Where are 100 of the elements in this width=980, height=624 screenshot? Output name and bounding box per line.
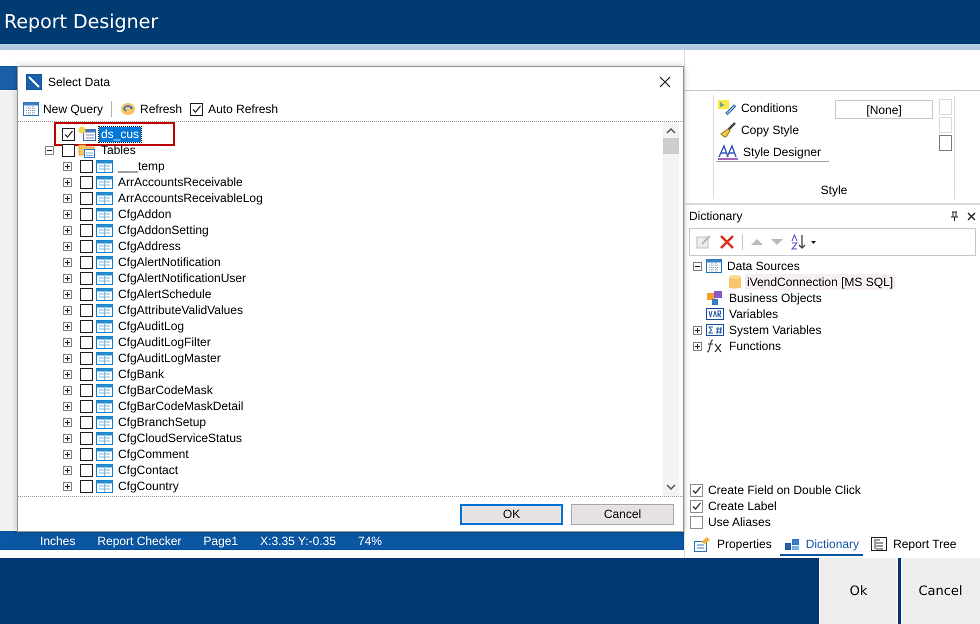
- checkbox[interactable]: [80, 288, 93, 300]
- checkbox[interactable]: [80, 256, 93, 268]
- checkbox[interactable]: [690, 516, 703, 528]
- tree-item[interactable]: ArrAccountsReceivableLog: [116, 190, 265, 206]
- checkbox[interactable]: [80, 400, 93, 412]
- delete-icon[interactable]: [720, 235, 734, 249]
- more-button[interactable]: [939, 135, 952, 151]
- table-icon: [96, 320, 113, 332]
- tree-item[interactable]: CfgBank: [116, 366, 166, 382]
- checkbox[interactable]: [80, 448, 93, 460]
- tree-item[interactable]: CfgAuditLogFilter: [116, 334, 213, 350]
- cancel-button[interactable]: Cancel: [571, 504, 674, 524]
- brush-icon: [718, 122, 736, 138]
- tree-item[interactable]: iVendConnection [MS SQL]: [745, 274, 896, 290]
- tree-item[interactable]: CfgAlertNotification: [116, 254, 223, 270]
- scrollbar[interactable]: [663, 122, 679, 496]
- scroll-up-icon[interactable]: [666, 126, 676, 136]
- checkbox[interactable]: [80, 272, 93, 284]
- table-icon: [96, 432, 113, 444]
- table-icon: [96, 176, 113, 188]
- checkbox[interactable]: [62, 144, 75, 156]
- tree-item[interactable]: CfgAlertSchedule: [116, 286, 214, 302]
- tree-item[interactable]: CfgBranchSetup: [116, 414, 208, 430]
- panel-title: Dictionary: [689, 209, 744, 223]
- table-icon: [96, 272, 113, 284]
- cancel-button[interactable]: Cancel: [901, 558, 980, 624]
- tree-item[interactable]: CfgCountry: [116, 478, 181, 494]
- checkbox[interactable]: [80, 480, 93, 492]
- table-icon: [96, 336, 113, 348]
- checkbox[interactable]: [80, 192, 93, 204]
- tree-item[interactable]: Functions: [727, 338, 784, 354]
- ok-button[interactable]: Ok: [819, 558, 898, 624]
- tab[interactable]: Report Tree: [867, 534, 960, 556]
- checkbox[interactable]: [80, 416, 93, 428]
- checkbox[interactable]: [80, 336, 93, 348]
- style-designer-button[interactable]: Style Designer: [716, 143, 830, 162]
- tree-item[interactable]: CfgAttributeValidValues: [116, 302, 245, 318]
- conditions-button[interactable]: Conditions: [716, 99, 830, 117]
- ok-button[interactable]: OK: [460, 504, 563, 524]
- scroll-down-icon[interactable]: [666, 482, 676, 492]
- checkbox[interactable]: [62, 128, 75, 140]
- tree-item[interactable]: CfgBarCodeMask: [116, 382, 215, 398]
- checkbox[interactable]: [80, 320, 93, 332]
- checkbox[interactable]: [80, 464, 93, 476]
- ribbon-tab[interactable]: [0, 66, 18, 90]
- table-icon: [96, 192, 113, 204]
- tree-item[interactable]: CfgAlertNotificationUser: [116, 270, 248, 286]
- expand-button[interactable]: [693, 342, 703, 350]
- checkbox[interactable]: [80, 368, 93, 380]
- checkbox[interactable]: [690, 484, 703, 496]
- checkbox[interactable]: [80, 304, 93, 316]
- checkbox[interactable]: [80, 160, 93, 172]
- tree-item[interactable]: CfgAuditLog: [116, 318, 186, 334]
- checkbox[interactable]: [80, 432, 93, 444]
- refresh-button[interactable]: Refresh: [118, 102, 184, 116]
- checkbox-label: Auto Refresh: [208, 102, 278, 116]
- style-field[interactable]: [None]: [835, 100, 934, 119]
- table-icon: [96, 288, 113, 300]
- tree-item[interactable]: CfgCloudServiceStatus: [116, 430, 244, 446]
- table-icon: [96, 368, 113, 380]
- tree-item[interactable]: Data Sources: [725, 258, 802, 274]
- tree-item[interactable]: ds_cus: [99, 126, 142, 142]
- tree-item[interactable]: CfgAddon: [116, 206, 174, 222]
- tree-item[interactable]: CfgAddress: [116, 238, 183, 254]
- query-icon: [78, 126, 96, 142]
- data-sources-icon: [706, 259, 722, 273]
- tree-item[interactable]: System Variables: [727, 322, 824, 338]
- tab[interactable]: Properties: [689, 534, 776, 556]
- collapse-button[interactable]: [693, 262, 703, 270]
- scroll-thumb[interactable]: [663, 138, 679, 154]
- checkbox[interactable]: [690, 500, 703, 512]
- status-text: X:3.35 Y:-0.35: [260, 534, 336, 548]
- tree-item[interactable]: CfgContact: [116, 462, 180, 478]
- tree-item[interactable]: CfgAuditLogMaster: [116, 350, 223, 366]
- function-icon: [706, 339, 724, 353]
- table-icon: [96, 160, 113, 172]
- report-tree-icon: [871, 537, 888, 551]
- tree-item[interactable]: Variables: [727, 306, 780, 322]
- checkbox[interactable]: [80, 352, 93, 364]
- checkbox[interactable]: [80, 208, 93, 220]
- tree-item[interactable]: CfgAddonSetting: [116, 222, 211, 238]
- close-icon[interactable]: [967, 212, 976, 220]
- tree-item[interactable]: ArrAccountsReceivable: [116, 174, 245, 190]
- expand-button[interactable]: [693, 326, 703, 334]
- checkbox[interactable]: [80, 384, 93, 396]
- tree-item[interactable]: Tables: [99, 142, 138, 158]
- sort-icon[interactable]: [791, 234, 817, 250]
- tab[interactable]: Dictionary: [780, 534, 864, 556]
- pin-icon[interactable]: [950, 211, 959, 221]
- tree-item[interactable]: Business Objects: [727, 290, 824, 306]
- new-query-button[interactable]: New Query: [21, 102, 106, 116]
- style-designer-icon: [718, 144, 738, 160]
- checkbox[interactable]: [80, 176, 93, 188]
- tree-item[interactable]: CfgComment: [116, 446, 191, 462]
- checkbox[interactable]: [190, 102, 204, 116]
- tree-item[interactable]: ___temp: [116, 158, 167, 174]
- checkbox[interactable]: [80, 224, 93, 236]
- checkbox[interactable]: [80, 240, 93, 252]
- tree-item[interactable]: CfgBarCodeMaskDetail: [116, 398, 246, 414]
- copy-style-button[interactable]: Copy Style: [716, 121, 830, 139]
